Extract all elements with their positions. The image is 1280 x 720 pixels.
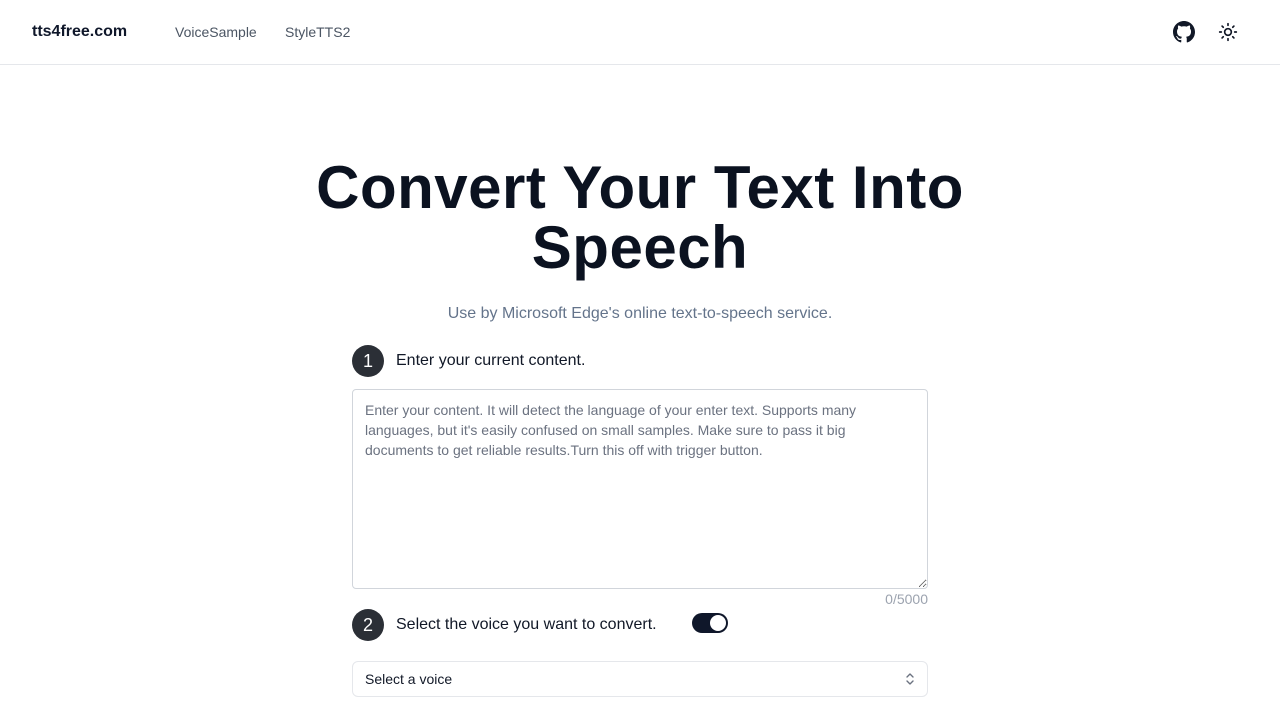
step-1-badge: 1 [352, 345, 384, 377]
chevron-up-down-icon [905, 672, 915, 686]
char-count: 0/5000 [885, 591, 928, 607]
step-2-badge: 2 [352, 609, 384, 641]
nav-link-voicesample[interactable]: VoiceSample [175, 22, 257, 42]
github-icon[interactable] [1172, 20, 1196, 44]
step-2-label: Select the voice you want to convert. [396, 616, 657, 633]
step-1-label: Enter your current content. [396, 352, 586, 369]
voice-select[interactable]: Select a voice [352, 661, 928, 697]
content-textarea[interactable] [352, 389, 928, 589]
toggle-knob [710, 615, 726, 631]
brand-logo-link[interactable]: tts4free.com [32, 21, 127, 43]
auto-detect-toggle[interactable] [692, 613, 728, 633]
nav-link-styletts2[interactable]: StyleTTS2 [285, 22, 350, 42]
page-subtitle: Use by Microsoft Edge's online text-to-s… [447, 305, 833, 322]
top-header: tts4free.com VoiceSample StyleTTS2 [0, 0, 1280, 65]
voice-select-value: Select a voice [365, 671, 453, 687]
page-title: Convert Your Text Into Speech [316, 154, 964, 281]
sun-icon[interactable] [1216, 20, 1240, 44]
